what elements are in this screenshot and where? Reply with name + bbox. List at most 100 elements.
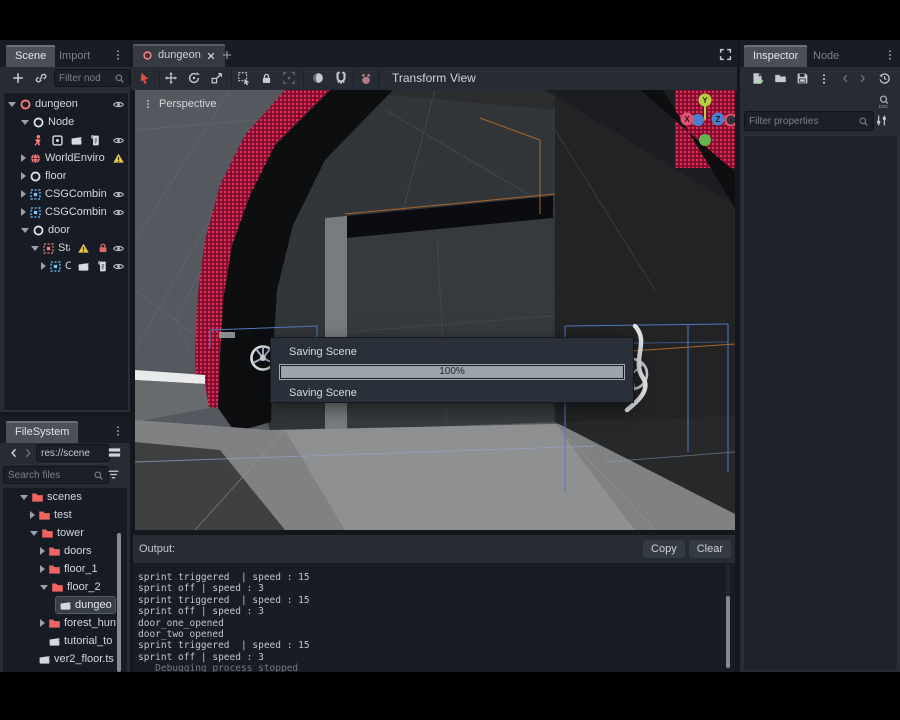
path-bar[interactable]: res://scene [36,444,110,462]
chevron-right-icon[interactable] [40,565,45,573]
resource-menu-icon[interactable] [818,73,830,85]
chevron-right-icon[interactable] [40,547,45,555]
tab-scene[interactable]: Scene [6,45,56,67]
movie-badge-icon[interactable] [77,260,90,273]
filter-nodes-input-field[interactable] [59,72,111,84]
tab-filesystem[interactable]: FileSystem [6,421,79,443]
lock-selected-icon[interactable] [260,72,273,85]
scene-tree-row-dungeon[interactable]: dungeon [4,95,128,113]
expand-viewport-icon[interactable] [719,48,732,61]
load-resource-icon[interactable] [774,72,787,85]
select-tool-icon[interactable] [138,71,152,85]
add-node-icon[interactable] [11,71,25,85]
chevron-right-icon[interactable] [21,172,26,180]
scene-tree-row-door[interactable]: door [4,221,128,239]
eye-icon[interactable] [112,188,125,201]
filter-nodes-input[interactable] [54,69,130,87]
lock-icon[interactable] [97,242,109,254]
move-tool-icon[interactable] [164,71,178,85]
output-console[interactable]: sprint triggered | speed : 15 sprint off… [133,563,735,672]
chevron-right-icon[interactable] [40,619,45,627]
chevron-right-icon[interactable] [30,511,35,519]
fs-row-floor1[interactable]: floor_1 [3,560,127,578]
script-icon[interactable] [96,260,109,273]
fs-row-foresthun[interactable]: forest_hun [3,614,127,632]
scene-tree-row-node[interactable]: Node [4,113,128,131]
script-icon[interactable] [89,134,102,147]
fs-row-tower[interactable]: tower [3,524,127,542]
camera-preview-icon[interactable] [359,71,373,85]
chevron-down-icon[interactable] [20,494,28,500]
axis-z-neg[interactable] [692,114,704,126]
fs-row-tutorial[interactable]: tutorial_to [3,632,127,650]
filesystem-scrollbar[interactable] [117,533,121,672]
dock-menu-icon[interactable] [112,49,124,61]
group-selected-icon[interactable] [282,71,296,85]
dock-menu-icon[interactable] [884,49,896,61]
eye-icon[interactable] [112,260,125,273]
chevron-right-icon[interactable] [41,262,46,270]
eye-icon[interactable] [112,134,125,147]
group-badge-icon[interactable] [51,134,64,147]
view-menu[interactable]: View [450,68,476,89]
eye-icon[interactable] [112,98,125,111]
chevron-right-icon[interactable] [21,208,26,216]
scene-tree-row-worldenvironment[interactable]: WorldEnviro [4,149,128,167]
sort-files-icon[interactable] [107,468,120,481]
search-files-input[interactable] [3,466,109,484]
output-scrollbar[interactable] [726,596,730,668]
chevron-down-icon[interactable] [30,530,38,536]
rotate-tool-icon[interactable] [187,71,201,85]
nav-forward-icon[interactable] [22,447,34,459]
nav-back-icon[interactable] [8,447,20,459]
warning-icon[interactable] [112,152,125,165]
history-forward-icon[interactable] [857,73,868,84]
scale-tool-icon[interactable] [210,71,224,85]
dock-menu-icon[interactable] [112,425,124,437]
history-back-icon[interactable] [840,73,851,84]
instance-scene-icon[interactable] [34,71,48,85]
chevron-right-icon[interactable] [21,154,26,162]
extra-filter-options-icon[interactable] [875,114,888,127]
chevron-down-icon[interactable] [8,101,16,107]
fs-row-test[interactable]: test [3,506,127,524]
warning-icon[interactable] [77,242,90,255]
axis-x-neg[interactable] [724,113,736,127]
scene-tree-row-floor[interactable]: floor [4,167,128,185]
movie-badge-icon[interactable] [70,134,83,147]
viewport-3d[interactable]: X Y Z Perspective Saving Scene 100% Savi… [135,90,735,530]
filter-properties-input-field[interactable] [749,115,855,127]
fs-row-scenes[interactable]: scenes [3,488,127,506]
search-help-icon[interactable] [876,94,891,109]
local-space-icon[interactable] [311,71,325,85]
new-scene-tab-icon[interactable] [221,49,233,61]
tab-node[interactable]: Node [804,45,848,67]
save-resource-icon[interactable] [796,72,809,85]
chevron-down-icon[interactable] [21,119,29,125]
tab-scene-dungeon[interactable]: dungeon [133,44,225,67]
tab-import[interactable]: Import [50,45,99,67]
chevron-down-icon[interactable] [40,584,48,590]
fs-row-floor2[interactable]: floor_2 [3,578,127,596]
tab-inspector[interactable]: Inspector [744,45,808,67]
close-icon[interactable] [206,51,216,61]
eye-icon[interactable] [112,206,125,219]
object-history-icon[interactable] [878,72,891,85]
view-menu-dots-icon[interactable] [143,99,153,109]
new-resource-icon[interactable] [751,72,764,85]
scene-tree-row-sta[interactable]: Sta [4,239,128,257]
scene-tree-row-csgcombiner2[interactable]: CSGCombin [4,203,128,221]
viewport-view-menu[interactable]: Perspective [143,98,216,110]
list-select-icon[interactable] [237,71,251,85]
search-files-input-field[interactable] [8,469,90,481]
chevron-right-icon[interactable] [21,190,26,198]
scene-tree-row-player[interactable] [4,131,128,149]
fs-row-dungeon-selected[interactable]: dungeo [3,596,127,614]
chevron-down-icon[interactable] [31,245,39,251]
transform-menu[interactable]: Transform [392,68,446,89]
copy-button[interactable]: Copy [643,540,685,558]
chevron-down-icon[interactable] [21,227,29,233]
clear-button[interactable]: Clear [688,540,731,558]
axis-y-neg[interactable] [699,134,711,146]
eye-icon[interactable] [112,242,125,255]
